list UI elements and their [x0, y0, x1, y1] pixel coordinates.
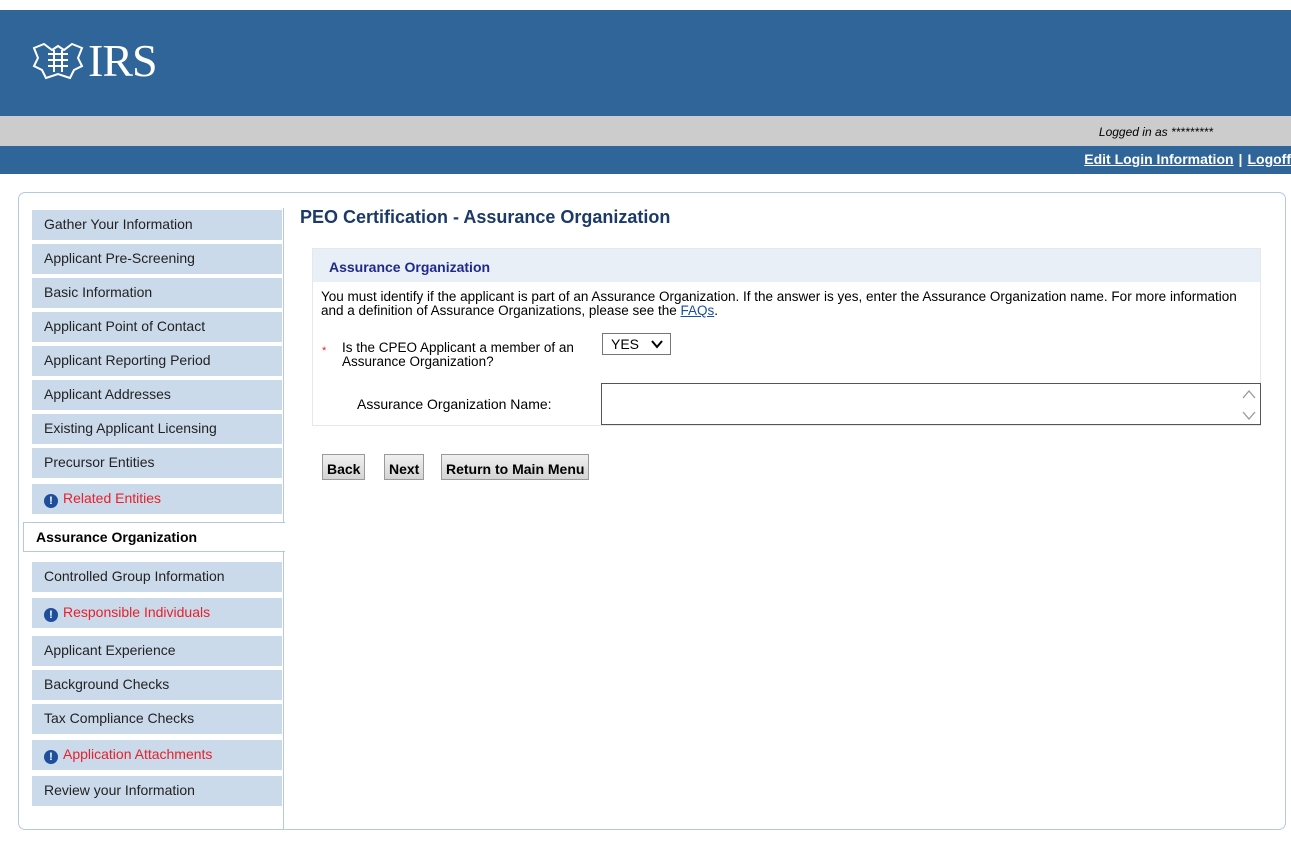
return-to-main-menu-button[interactable]: Return to Main Menu: [441, 454, 590, 480]
sidebar-item-application-attachments[interactable]: ! Application Attachments: [32, 740, 282, 770]
sidebar-item-label: Assurance Organization: [36, 529, 198, 545]
sidebar-item-applicant-point-of-contact[interactable]: Applicant Point of Contact: [32, 312, 282, 342]
membership-select-value: YES: [611, 336, 640, 352]
sidebar-item-label: Related Entities: [63, 490, 162, 506]
logo-text: IRS: [88, 35, 158, 86]
eagle-emblem-icon: [32, 42, 84, 80]
field-scroll-arrows-icon[interactable]: [1240, 386, 1258, 424]
panel-description: You must identify if the applicant is pa…: [321, 290, 1256, 318]
sidebar-item-review-your-information[interactable]: Review your Information: [32, 776, 282, 806]
edit-login-link[interactable]: Edit Login Information: [1084, 151, 1233, 167]
sidebar-item-label: Applicant Point of Contact: [44, 318, 206, 334]
sidebar-item-label: Existing Applicant Licensing: [44, 420, 217, 436]
sidebar-item-label: Responsible Individuals: [63, 604, 211, 620]
sidebar-item-assurance-organization[interactable]: Assurance Organization: [23, 522, 285, 552]
required-marker: *: [322, 345, 327, 357]
assurance-organization-panel: Assurance Organization You must identify…: [312, 248, 1261, 426]
faqs-link[interactable]: FAQs: [681, 303, 715, 318]
sidebar-item-precursor-entities[interactable]: Precursor Entities: [32, 448, 282, 478]
sidebar-item-label: Precursor Entities: [44, 454, 155, 470]
sidebar-item-label: Applicant Reporting Period: [44, 352, 211, 368]
description-end: .: [714, 303, 719, 318]
sidebar-item-tax-compliance-checks[interactable]: Tax Compliance Checks: [32, 704, 282, 734]
sidebar-item-existing-applicant-licensing[interactable]: Existing Applicant Licensing: [32, 414, 282, 444]
link-separator: |: [1238, 151, 1243, 167]
sidebar-item-applicant-experience[interactable]: Applicant Experience: [32, 636, 282, 666]
account-links: Edit Login Information | Logoff: [1084, 151, 1291, 167]
login-status-bar: Logged in as *********: [0, 116, 1291, 146]
irs-logo[interactable]: IRS: [30, 35, 158, 86]
info-alert-icon: !: [44, 494, 58, 508]
sidebar-item-background-checks[interactable]: Background Checks: [32, 670, 282, 700]
site-header: IRS: [0, 10, 1291, 116]
sidebar-item-label: Review your Information: [44, 782, 195, 798]
sidebar-item-label: Background Checks: [44, 676, 170, 692]
top-band: [0, 0, 1291, 10]
membership-question-label: Is the CPEO Applicant a member of an Ass…: [342, 340, 574, 369]
sidebar-item-basic-information[interactable]: Basic Information: [32, 278, 282, 308]
sidebar-item-related-entities[interactable]: ! Related Entities: [32, 484, 282, 514]
sidebar-item-label: Controlled Group Information: [44, 568, 225, 584]
sidebar-item-label: Applicant Experience: [44, 642, 176, 658]
sidebar-item-label: Basic Information: [44, 284, 153, 300]
sidebar-item-responsible-individuals[interactable]: ! Responsible Individuals: [32, 598, 282, 628]
panel-title: Assurance Organization: [329, 259, 491, 275]
assurance-organization-name-field[interactable]: [601, 383, 1261, 425]
chevron-down-icon: [651, 340, 663, 349]
sidebar-item-label: Tax Compliance Checks: [44, 710, 195, 726]
info-alert-icon: !: [44, 608, 58, 622]
sidebar-item-label: Applicant Pre-Screening: [44, 250, 195, 266]
description-text: You must identify if the applicant is pa…: [321, 289, 1237, 318]
info-alert-icon: !: [44, 750, 58, 764]
logged-in-text: Logged in as *********: [1098, 125, 1213, 139]
sidebar-item-controlled-group-information[interactable]: Controlled Group Information: [32, 562, 282, 592]
sidebar-item-gather-your-information[interactable]: Gather Your Information: [32, 210, 282, 240]
sidebar-item-label: Applicant Addresses: [44, 386, 171, 402]
sidebar-nav: Gather Your Information Applicant Pre-Sc…: [23, 208, 285, 830]
membership-select[interactable]: YES: [602, 333, 671, 355]
page-title: PEO Certification - Assurance Organizati…: [300, 207, 671, 227]
sidebar-item-label: Gather Your Information: [44, 216, 193, 232]
back-button[interactable]: Back: [322, 454, 366, 480]
next-button[interactable]: Next: [384, 454, 425, 480]
sidebar-item-applicant-reporting-period[interactable]: Applicant Reporting Period: [32, 346, 282, 376]
assurance-organization-name-label: Assurance Organization Name:: [357, 396, 552, 412]
logoff-link[interactable]: Logoff: [1247, 151, 1291, 167]
sidebar-item-applicant-pre-screening[interactable]: Applicant Pre-Screening: [32, 244, 282, 274]
sidebar-item-label: Application Attachments: [63, 746, 213, 762]
sidebar-item-applicant-addresses[interactable]: Applicant Addresses: [32, 380, 282, 410]
panel-header: Assurance Organization: [313, 249, 1260, 282]
account-links-bar: Edit Login Information | Logoff: [0, 146, 1291, 174]
